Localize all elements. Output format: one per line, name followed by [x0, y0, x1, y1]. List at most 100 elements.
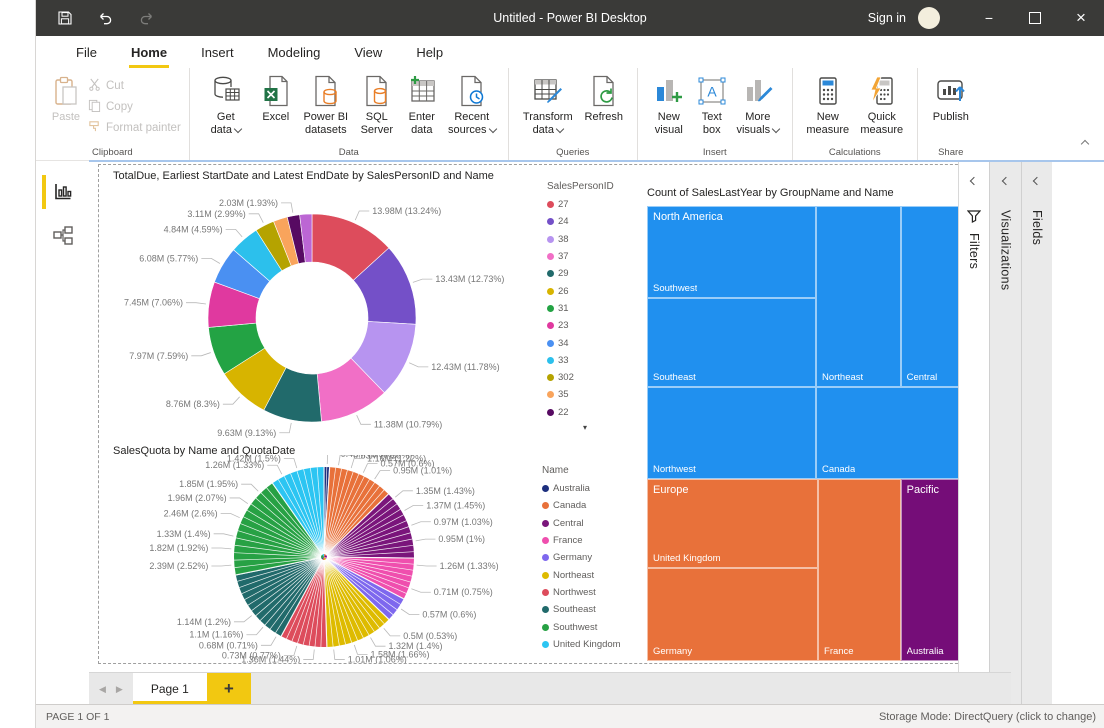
treemap-cell-southeast[interactable]: Southeast — [647, 298, 816, 387]
publish-button[interactable]: Publish — [926, 73, 976, 124]
chevron-left-icon[interactable] — [1033, 177, 1041, 185]
quick-measure-button[interactable]: Quick measure — [855, 73, 909, 137]
legend-scroll-down-icon[interactable]: ▾ — [583, 423, 647, 432]
legend-dot — [542, 624, 549, 631]
treemap-cell-germany[interactable]: Germany — [647, 568, 818, 661]
treemap-cell-united-kingdom[interactable]: EuropeUnited Kingdom — [647, 479, 818, 568]
legend-item[interactable]: 35 — [547, 386, 647, 403]
legend-item[interactable]: United Kingdom — [542, 636, 642, 653]
data-label: 0.71M (0.75%) — [434, 587, 493, 597]
page-tabs-bar: ◀ ▶ Page 1 + — [89, 672, 1011, 705]
excel-button[interactable]: Excel — [254, 73, 298, 124]
visual-title: Count of SalesLastYear by GroupName and … — [647, 187, 894, 199]
label-leader-line — [279, 423, 291, 433]
next-page-icon[interactable]: ▶ — [116, 684, 123, 695]
text-box-button[interactable]: A Text box — [692, 73, 732, 137]
tab-home[interactable]: Home — [117, 39, 181, 66]
storage-mode-status[interactable]: Storage Mode: DirectQuery (click to chan… — [879, 711, 1104, 723]
page-tab[interactable]: Page 1 — [133, 673, 207, 705]
tab-file[interactable]: File — [62, 39, 111, 66]
get-data-button[interactable]: Get data — [198, 73, 254, 137]
treemap-cell-northwest[interactable]: Northwest — [647, 387, 816, 479]
legend-item[interactable]: Canada — [542, 497, 642, 514]
fields-panel-label: Fields — [1030, 210, 1044, 245]
tab-view[interactable]: View — [340, 39, 396, 66]
avatar[interactable] — [918, 7, 940, 29]
collapse-ribbon-button[interactable] — [1082, 134, 1088, 152]
legend-item[interactable]: 24 — [547, 213, 647, 230]
previous-page-icon[interactable]: ◀ — [99, 684, 106, 695]
transform-data-button[interactable]: Transform data — [517, 73, 579, 137]
close-button[interactable]: × — [1058, 0, 1104, 36]
legend-item[interactable]: Central — [542, 515, 642, 532]
legend-dot — [542, 520, 549, 527]
legend-item[interactable]: 27 — [547, 196, 647, 213]
sign-in-button[interactable]: Sign in — [868, 11, 906, 25]
group-label-queries: Queries — [509, 147, 637, 158]
chevron-up-icon — [1081, 140, 1089, 148]
enter-data-button[interactable]: Enter data — [400, 73, 444, 137]
label-leader-line — [375, 471, 390, 479]
legend-label: Central — [553, 518, 584, 529]
sql-server-button[interactable]: SQL Server — [354, 73, 400, 137]
legend-label: Germany — [553, 552, 592, 563]
fields-panel-collapsed[interactable]: Fields — [1021, 162, 1052, 705]
legend-item[interactable]: 37 — [547, 248, 647, 265]
paste-button[interactable]: Paste — [44, 73, 88, 124]
legend-item[interactable]: 31 — [547, 300, 647, 317]
treemap-cell-northeast[interactable]: Northeast — [816, 206, 901, 387]
legend-item[interactable]: 34 — [547, 334, 647, 351]
legend-item[interactable]: Northeast — [542, 566, 642, 583]
tab-help[interactable]: Help — [402, 39, 457, 66]
data-label: 8.76M (8.3%) — [166, 399, 220, 409]
visualizations-panel-collapsed[interactable]: Visualizations — [989, 162, 1021, 705]
label-leader-line — [211, 548, 231, 549]
legend-item[interactable]: Australia — [542, 480, 642, 497]
tab-modeling[interactable]: Modeling — [254, 39, 335, 66]
undo-icon[interactable] — [97, 10, 114, 27]
legend-item[interactable]: Southeast — [542, 601, 642, 618]
treemap-cell-france[interactable]: France — [818, 479, 901, 661]
quick-access-toolbar — [36, 10, 155, 27]
tab-insert[interactable]: Insert — [187, 39, 248, 66]
pie-legend: Name AustraliaCanadaCentralFranceGermany… — [542, 465, 642, 653]
treemap-cell-southwest[interactable]: North AmericaSouthwest — [647, 206, 816, 298]
legend-item[interactable]: France — [542, 532, 642, 549]
label-leader-line — [201, 258, 220, 263]
add-page-button[interactable]: + — [207, 673, 251, 705]
model-view-button[interactable] — [36, 214, 89, 258]
legend-item[interactable]: 26 — [547, 282, 647, 299]
save-icon[interactable] — [56, 10, 73, 27]
redo-icon[interactable] — [138, 10, 155, 27]
minimize-button[interactable]: − — [966, 0, 1012, 36]
legend-item[interactable]: Southwest — [542, 618, 642, 635]
report-view-button[interactable] — [36, 170, 89, 214]
legend-item[interactable]: 23 — [547, 317, 647, 334]
label-leader-line — [395, 491, 413, 497]
legend-item[interactable]: Northwest — [542, 584, 642, 601]
format-painter-button[interactable]: Format painter — [88, 119, 181, 137]
legend-item[interactable]: 302 — [547, 369, 647, 386]
legend-item[interactable]: Germany — [542, 549, 642, 566]
copy-button[interactable]: Copy — [88, 98, 181, 116]
chevron-left-icon[interactable] — [970, 177, 978, 185]
legend-item[interactable]: 29 — [547, 265, 647, 282]
data-label: 1.33M (1.4%) — [157, 529, 211, 539]
legend-item[interactable]: 33 — [547, 352, 647, 369]
legend-item[interactable]: 38 — [547, 231, 647, 248]
legend-item[interactable]: 22 — [547, 404, 647, 421]
label-leader-line — [411, 522, 430, 525]
cut-button[interactable]: Cut — [88, 77, 181, 95]
report-page[interactable]: TotalDue, Earliest StartDate and Latest … — [98, 164, 993, 664]
recent-sources-button[interactable]: Recent sources — [444, 73, 500, 137]
data-label: 2.39M (2.52%) — [149, 561, 208, 571]
power-bi-datasets-button[interactable]: Power BI datasets — [298, 73, 354, 137]
chevron-left-icon[interactable] — [1001, 177, 1009, 185]
more-visuals-button[interactable]: More visuals — [732, 73, 784, 137]
data-label: 9.63M (9.13%) — [217, 428, 276, 438]
maximize-button[interactable] — [1012, 0, 1058, 36]
filters-panel-collapsed[interactable]: Filters — [958, 162, 989, 705]
refresh-button[interactable]: Refresh — [579, 73, 629, 124]
new-visual-button[interactable]: New visual — [646, 73, 692, 137]
new-measure-button[interactable]: New measure — [801, 73, 855, 137]
